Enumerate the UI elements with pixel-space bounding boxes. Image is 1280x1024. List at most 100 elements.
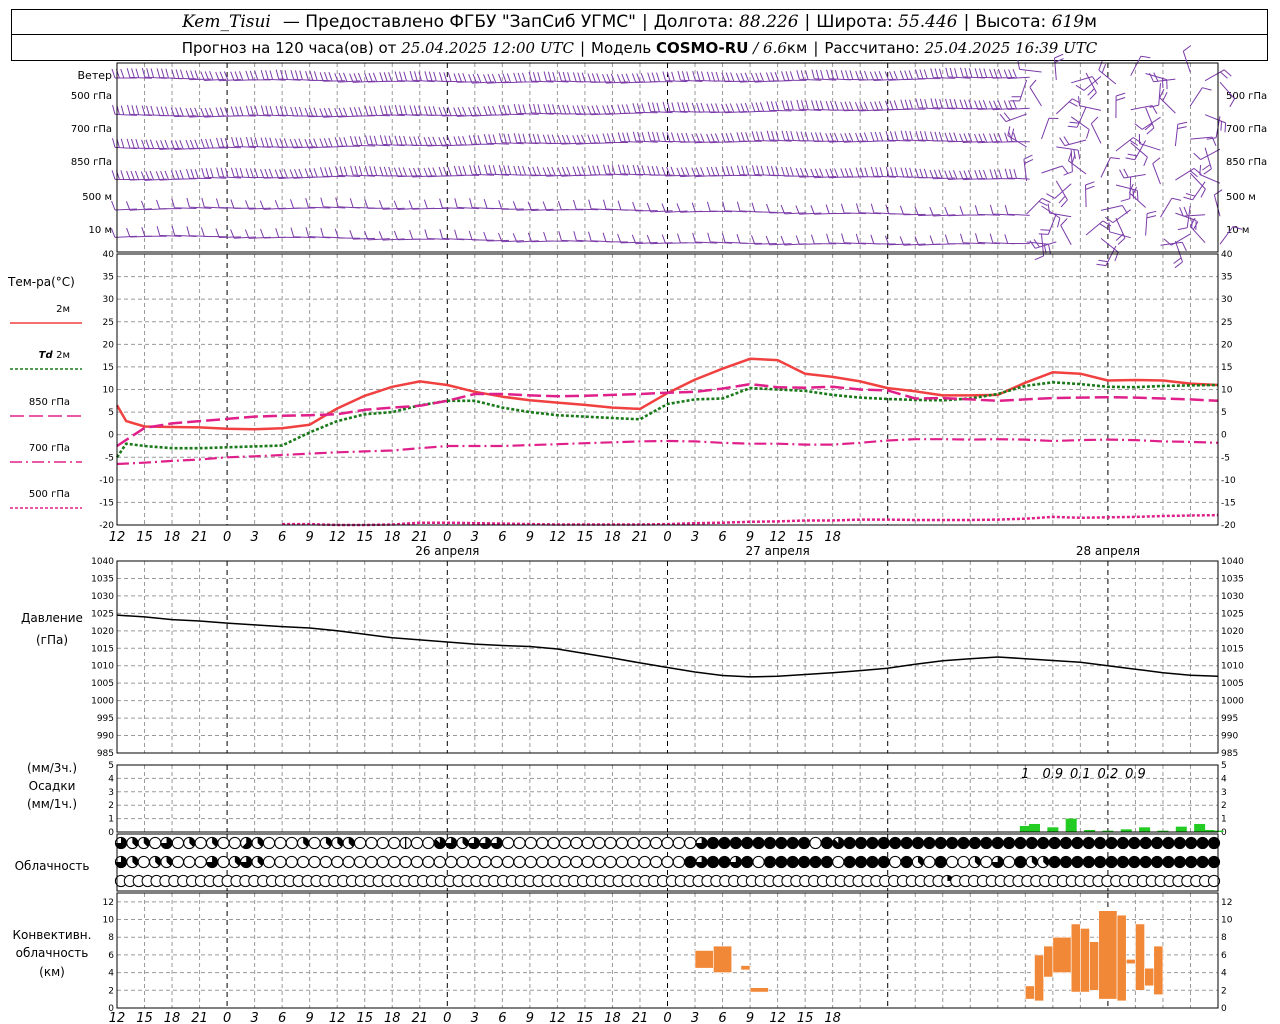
cloud-symbol [729,836,742,850]
conv-cloud-bar [749,987,769,993]
cloud-symbol [410,855,424,869]
temp-ytick-right: 10 [1221,386,1233,396]
wind-barb [1004,204,1030,216]
cloud-symbol [205,836,219,850]
cloud-symbol [217,855,230,869]
conv-xtick: 9 [526,1011,534,1024]
wind-barb [706,103,733,114]
pres-ytick-right: 990 [1221,732,1238,742]
cloud-symbol [240,836,253,850]
temp-xtick: 15 [136,530,153,545]
cloud-symbol [297,855,310,869]
wind-barb [602,232,629,243]
cloud-symbol [763,855,777,869]
cloud-symbol-ring [536,855,549,869]
cloud-symbol [171,855,185,869]
cloud-symbol [1002,836,1016,850]
temp-xtick: 15 [356,530,373,545]
cloud-symbol [1037,836,1050,850]
cloud-symbol [604,836,617,850]
cloud-symbol-fill [798,856,810,868]
conv-xtick: 6 [278,1011,286,1024]
cloud-symbol [388,855,401,869]
pres-ytick-right: 1040 [1221,557,1244,567]
cloud-symbol [1162,855,1175,869]
wind-barb [1078,96,1102,111]
wind-barb [290,199,316,209]
cloud-symbol [456,836,469,850]
wind-barb [423,199,450,210]
cloud-symbol [911,836,925,850]
conv-xtick: 18 [384,1011,401,1024]
date-label: 27 апреля [746,544,810,558]
conv-xtick: 12 [329,1011,346,1024]
cloud-symbol-ring [376,855,389,869]
cloud-symbol-fill [787,856,799,868]
wind-barb [364,199,390,209]
cloud-symbol [524,836,537,850]
cloud-symbol [798,836,811,850]
cloud-symbol-ring [650,855,663,869]
cloud-symbol [126,836,139,850]
cloud-symbol [513,855,526,869]
conv-xtick: 15 [577,1011,594,1024]
temp-xtick: 21 [191,530,208,545]
wind-barb [1096,245,1117,267]
wind-barb [751,202,777,213]
cloud-symbol-ring [638,855,651,869]
cloud-symbol-ring [809,836,822,850]
precip-total-label: 1 [1021,767,1029,782]
cloud-symbol [854,836,868,850]
cloud-symbol [262,836,276,850]
cloud-symbol-ring [627,836,640,850]
conv-cloud-bar [1153,945,1164,996]
conv-xtick: 21 [632,1011,649,1024]
wind-barb [274,168,301,179]
cloud-symbol-ring [410,855,424,869]
cloud-symbol-ring [604,855,617,869]
cloud-symbol [456,855,469,869]
wind-barb [1100,157,1120,178]
cloud-symbol [763,836,777,850]
legend-label-t850: 850 гПа [29,397,70,408]
wind-barb [691,133,718,144]
conv-cloud-bar [1125,959,1136,965]
wind-barb [899,205,926,216]
cloud-symbol [741,836,754,850]
cloud-symbol [126,855,139,869]
cloud-symbol-fill [866,837,879,849]
cloud-symbol [319,836,333,850]
cloud-symbol [946,855,959,869]
cloud-symbol [342,836,355,850]
cloud-symbol-ring [365,855,378,869]
cloud-symbol-fill [775,837,787,849]
conv-xtick: 15 [797,1011,814,1024]
cloud-symbol [718,836,731,850]
cloud-symbol-ring [581,855,594,869]
precip-ytick-left: 2 [108,801,114,811]
cloud-symbol [445,836,458,850]
cloud-symbol [1196,855,1209,869]
cloud-symbol [923,836,936,850]
wind-barb [557,200,584,211]
cloud-symbol [319,855,333,869]
conv-xtick: 12 [769,1011,786,1024]
cloud-symbol [934,836,947,850]
cloud-symbol [422,855,435,869]
cloud-symbol-fill [1037,837,1049,849]
conv-cloud-bar [740,965,751,971]
cloud-symbol-fill [1003,837,1015,849]
cloud-symbol [798,855,811,869]
cloud-symbol [570,836,583,850]
cloud-symbol-ring [570,836,583,850]
cloud-symbol-fill [844,837,856,849]
cloud-symbol [194,836,207,850]
cloud-symbol [183,855,196,869]
cloud-symbol [399,836,412,850]
cloud-symbol-ring [308,836,321,850]
cloud-symbol [1094,836,1107,850]
cloud-symbol [558,836,572,850]
cloud-symbol [695,836,708,850]
wind-barb [870,203,896,215]
cloud-symbol-fill [1117,837,1129,849]
